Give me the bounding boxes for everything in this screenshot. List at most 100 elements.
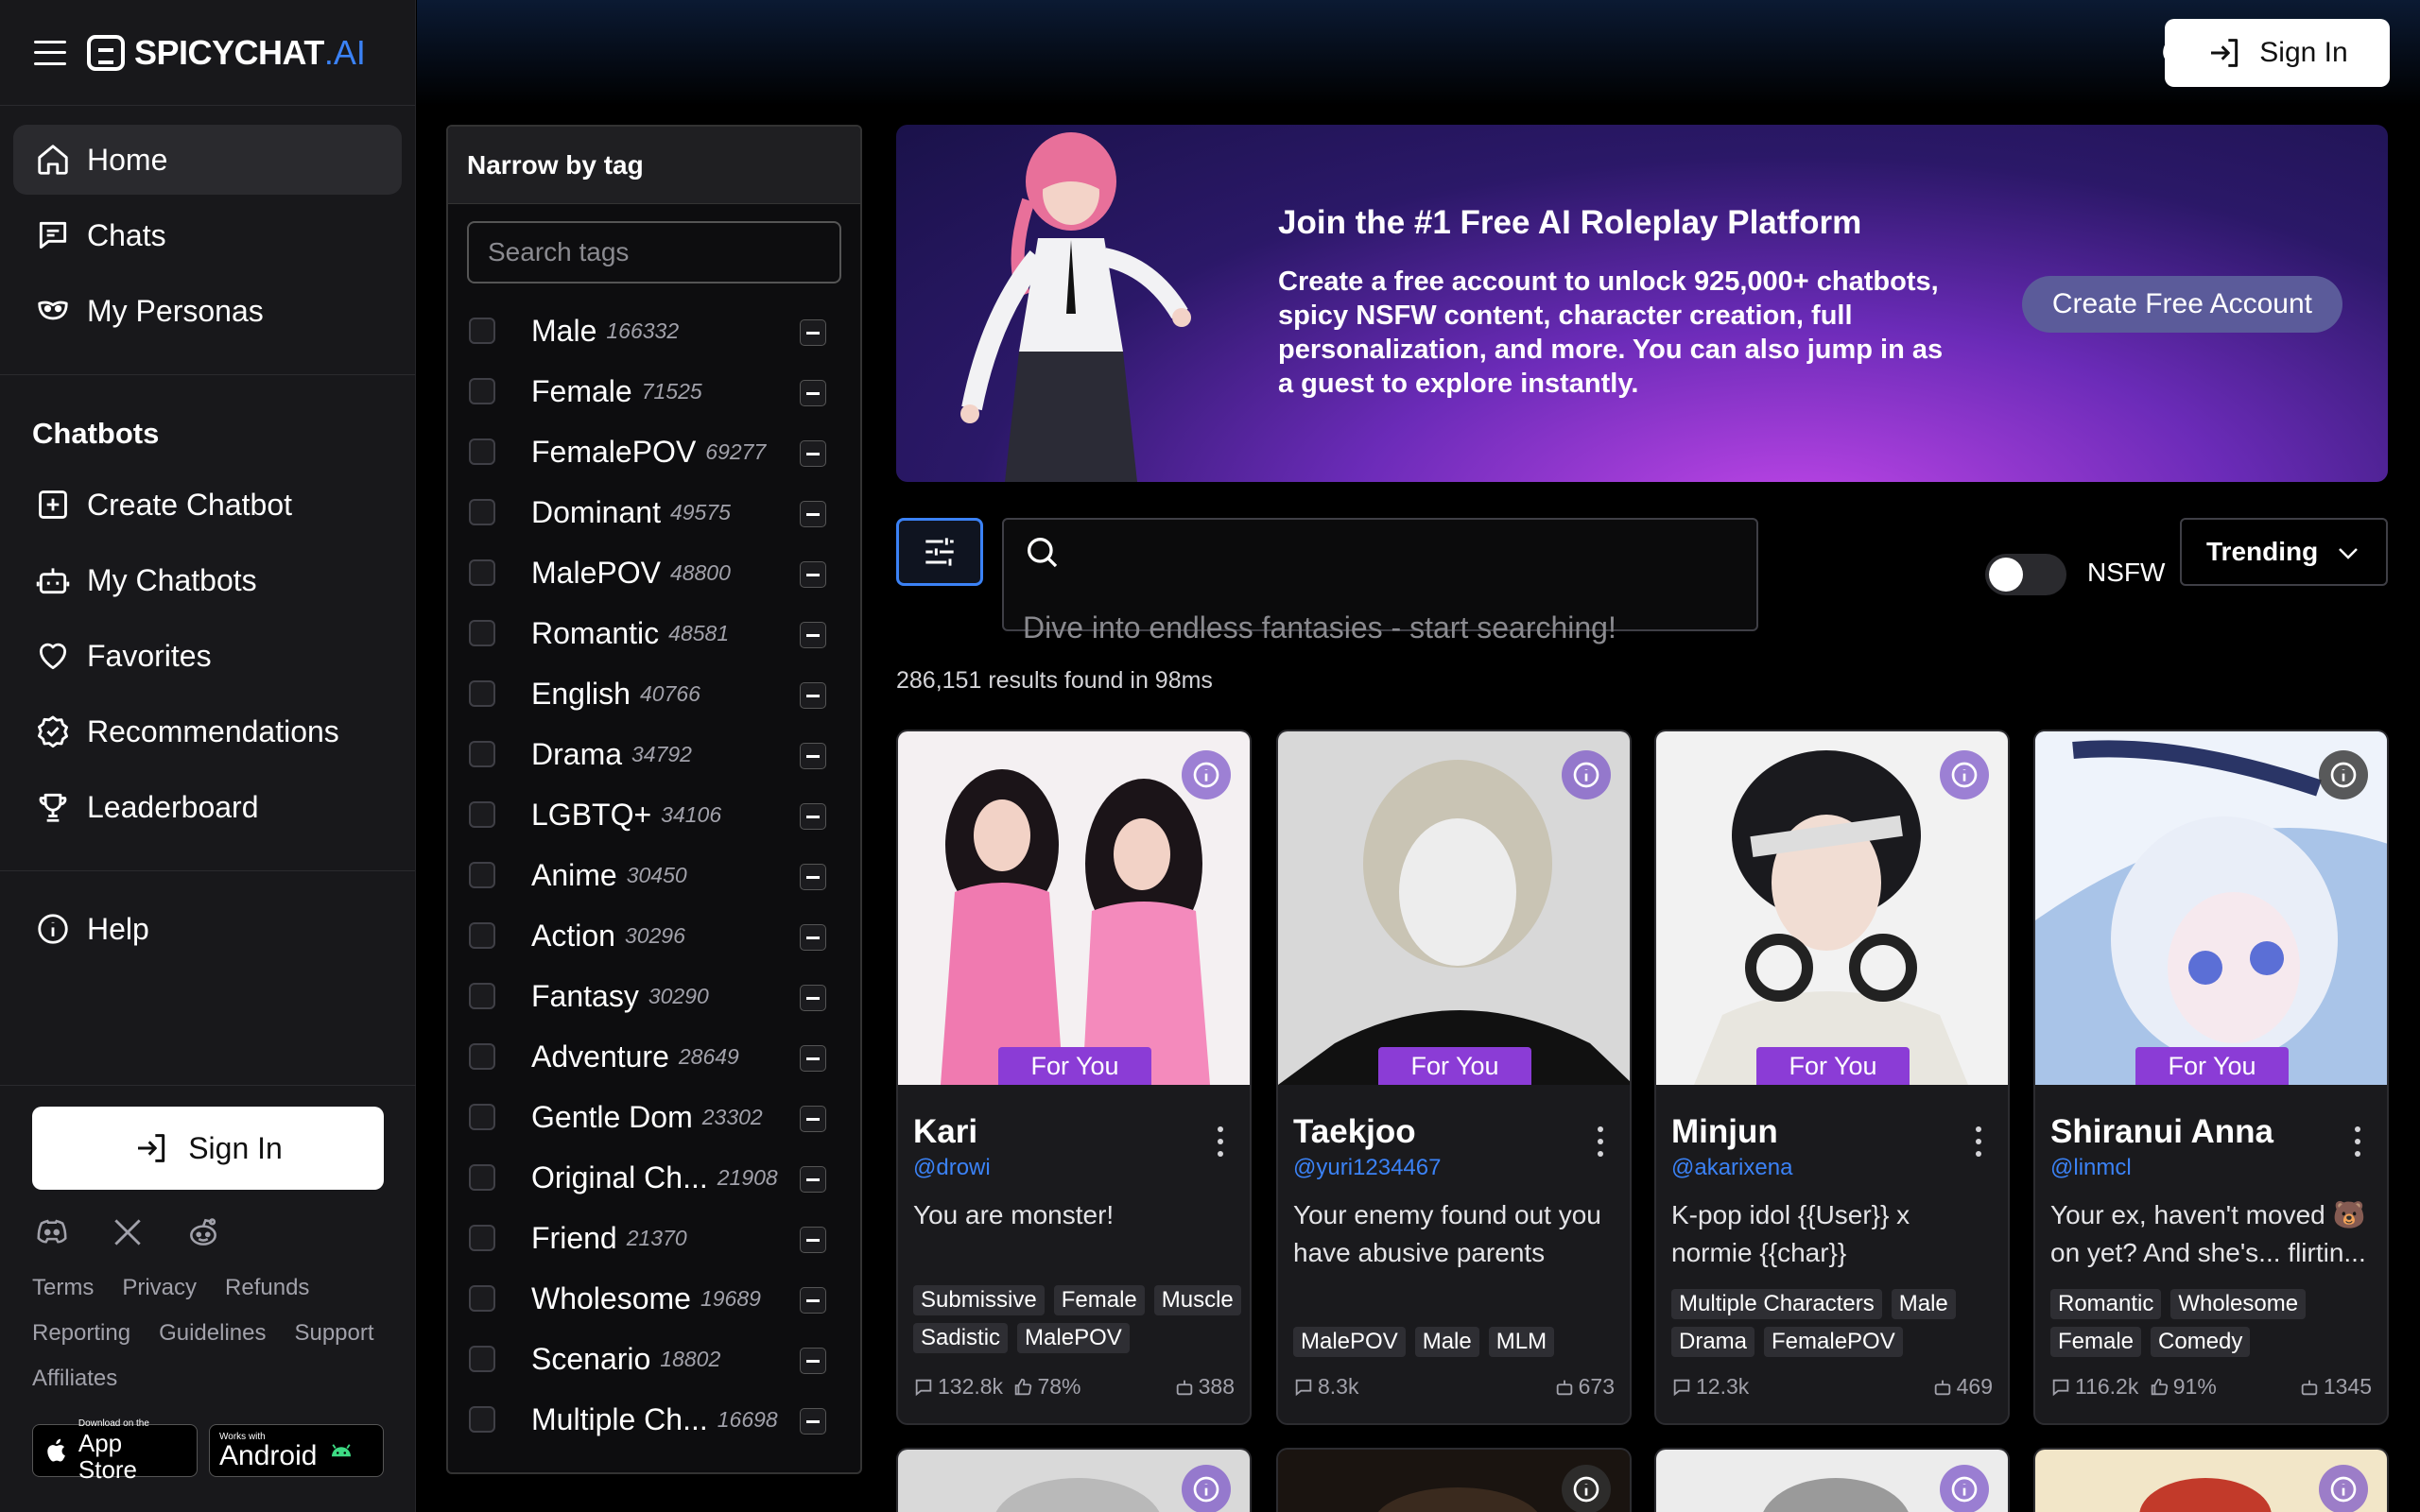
card-info-button[interactable] xyxy=(2319,750,2368,799)
tag-chip[interactable]: Female xyxy=(2050,1327,2142,1357)
tag-chip[interactable]: Drama xyxy=(1671,1327,1755,1357)
card-handle[interactable]: @akarixena xyxy=(1671,1155,1792,1181)
tag-chip[interactable]: Female xyxy=(1053,1285,1145,1315)
sidebar-sign-in-button[interactable]: Sign In xyxy=(32,1107,384,1190)
hamburger-menu-icon[interactable] xyxy=(34,40,66,65)
tag-row[interactable]: Multiple Ch... 16698 xyxy=(448,1389,860,1450)
exclude-tag-minus-icon[interactable] xyxy=(800,1287,826,1314)
tag-row[interactable]: Fantasy 30290 xyxy=(448,966,860,1026)
chatbot-card[interactable]: For You Kari @drowi You are monster! Sub… xyxy=(896,730,1252,1425)
tag-search-input[interactable]: Search tags xyxy=(467,221,841,284)
tag-checkbox[interactable] xyxy=(469,862,495,888)
chatbot-card[interactable]: For You Taekjoo @yuri1234467 Your enemy … xyxy=(1276,730,1632,1425)
exclude-tag-minus-icon[interactable] xyxy=(800,1166,826,1193)
exclude-tag-minus-icon[interactable] xyxy=(800,622,826,648)
card-info-button[interactable] xyxy=(1562,750,1611,799)
kebab-menu-icon[interactable] xyxy=(1976,1126,1983,1157)
kebab-menu-icon[interactable] xyxy=(1218,1126,1225,1157)
tag-chip[interactable]: Submissive xyxy=(913,1285,1045,1315)
tag-checkbox[interactable] xyxy=(469,1285,495,1312)
nsfw-toggle[interactable] xyxy=(1985,554,2066,595)
nav-item-chats[interactable]: Chats xyxy=(13,200,402,270)
chatbot-card[interactable]: For You Minjun @akarixena K-pop idol {{U… xyxy=(1654,730,2010,1425)
tag-chip[interactable]: Comedy xyxy=(2151,1327,2251,1357)
tag-checkbox[interactable] xyxy=(469,1164,495,1191)
tag-checkbox[interactable] xyxy=(469,983,495,1009)
tag-row[interactable]: LGBTQ+ 34106 xyxy=(448,784,860,845)
footer-link-reporting[interactable]: Reporting xyxy=(32,1320,130,1347)
discord-icon[interactable] xyxy=(34,1214,70,1250)
tag-row[interactable]: Gentle Dom 23302 xyxy=(448,1087,860,1147)
nav-item-recommendations[interactable]: Recommendations xyxy=(13,696,402,766)
card-handle[interactable]: @drowi xyxy=(913,1155,991,1181)
card-handle[interactable]: @linmcl xyxy=(2050,1155,2132,1181)
tag-checkbox[interactable] xyxy=(469,801,495,828)
nav-item-favorites[interactable]: Favorites xyxy=(13,621,402,691)
search-input[interactable]: Dive into endless fantasies - start sear… xyxy=(1002,518,1758,644)
card-handle[interactable]: @yuri1234467 xyxy=(1293,1155,1441,1181)
card-info-button[interactable] xyxy=(1182,1465,1231,1512)
footer-link-refunds[interactable]: Refunds xyxy=(225,1275,309,1301)
nav-item-my-chatbots[interactable]: My Chatbots xyxy=(13,545,402,615)
footer-link-terms[interactable]: Terms xyxy=(32,1275,94,1301)
tag-checkbox[interactable] xyxy=(469,499,495,525)
footer-link-guidelines[interactable]: Guidelines xyxy=(159,1320,266,1347)
nav-item-personas[interactable]: My Personas xyxy=(13,276,402,346)
kebab-menu-icon[interactable] xyxy=(2355,1126,2362,1157)
tag-row[interactable]: Friend 21370 xyxy=(448,1208,860,1268)
exclude-tag-minus-icon[interactable] xyxy=(800,440,826,467)
exclude-tag-minus-icon[interactable] xyxy=(800,1348,826,1374)
tag-checkbox[interactable] xyxy=(469,1346,495,1372)
card-info-button[interactable] xyxy=(2319,1465,2368,1512)
tag-row[interactable]: English 40766 xyxy=(448,663,860,724)
nav-item-create-chatbot[interactable]: Create Chatbot xyxy=(13,470,402,540)
card-info-button[interactable] xyxy=(1940,1465,1989,1512)
chatbot-card-partial[interactable] xyxy=(2033,1448,2389,1512)
tag-checkbox[interactable] xyxy=(469,438,495,465)
logo[interactable]: SPICYCHAT .AI xyxy=(87,33,366,73)
card-info-button[interactable] xyxy=(1182,750,1231,799)
tag-checkbox[interactable] xyxy=(469,559,495,586)
exclude-tag-minus-icon[interactable] xyxy=(800,1227,826,1253)
filter-toggle-button[interactable] xyxy=(896,518,983,586)
tag-chip[interactable]: MLM xyxy=(1488,1327,1555,1357)
tag-row[interactable]: Anime 30450 xyxy=(448,845,860,905)
exclude-tag-minus-icon[interactable] xyxy=(800,864,826,890)
chatbot-card-partial[interactable] xyxy=(1276,1448,1632,1512)
tag-checkbox[interactable] xyxy=(469,378,495,404)
exclude-tag-minus-icon[interactable] xyxy=(800,1045,826,1072)
card-info-button[interactable] xyxy=(1562,1465,1611,1512)
tag-checkbox[interactable] xyxy=(469,1104,495,1130)
tag-row[interactable]: Wholesome 19689 xyxy=(448,1268,860,1329)
top-sign-in-button[interactable]: Sign In xyxy=(2165,19,2390,87)
tag-row[interactable]: Romantic 48581 xyxy=(448,603,860,663)
footer-link-privacy[interactable]: Privacy xyxy=(122,1275,197,1301)
tag-row[interactable]: Female 71525 xyxy=(448,361,860,421)
nav-item-help[interactable]: Help xyxy=(13,894,402,964)
nav-item-home[interactable]: Home xyxy=(13,125,402,195)
tag-row[interactable]: Action 30296 xyxy=(448,905,860,966)
exclude-tag-minus-icon[interactable] xyxy=(800,1408,826,1435)
exclude-tag-minus-icon[interactable] xyxy=(800,924,826,951)
sort-dropdown[interactable]: Trending xyxy=(2180,518,2388,586)
tag-chip[interactable]: Romantic xyxy=(2050,1289,2162,1319)
tag-checkbox[interactable] xyxy=(469,680,495,707)
tag-checkbox[interactable] xyxy=(469,318,495,344)
tag-chip[interactable]: Sadistic xyxy=(913,1323,1009,1353)
exclude-tag-minus-icon[interactable] xyxy=(800,561,826,588)
android-badge[interactable]: Works with Android xyxy=(209,1424,384,1477)
footer-link-affiliates[interactable]: Affiliates xyxy=(32,1366,117,1392)
tag-checkbox[interactable] xyxy=(469,620,495,646)
exclude-tag-minus-icon[interactable] xyxy=(800,1106,826,1132)
tag-checkbox[interactable] xyxy=(469,741,495,767)
tag-row[interactable]: Scenario 18802 xyxy=(448,1329,860,1389)
tag-chip[interactable]: Male xyxy=(1414,1327,1479,1357)
x-twitter-icon[interactable] xyxy=(110,1214,146,1250)
tag-row[interactable]: MalePOV 48800 xyxy=(448,542,860,603)
chatbot-card[interactable]: For You Shiranui Anna @linmcl Your ex, h… xyxy=(2033,730,2389,1425)
tag-checkbox[interactable] xyxy=(469,1406,495,1433)
tag-row[interactable]: FemalePOV 69277 xyxy=(448,421,860,482)
tag-chip[interactable]: Multiple Characters xyxy=(1671,1289,1882,1319)
tag-row[interactable]: Adventure 28649 xyxy=(448,1026,860,1087)
exclude-tag-minus-icon[interactable] xyxy=(800,743,826,769)
